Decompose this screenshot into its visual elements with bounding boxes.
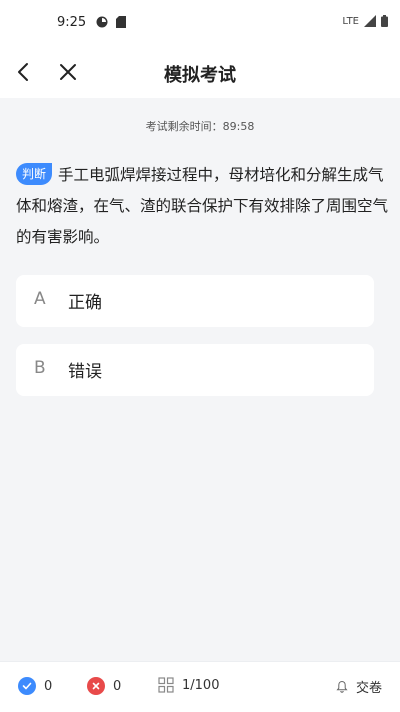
option-b[interactable]: B 错误: [16, 344, 374, 396]
exam-timer: 考试剩余时间：89:58: [145, 120, 255, 133]
option-text: 正确: [68, 293, 102, 313]
submit-button[interactable]: 交卷: [336, 677, 382, 696]
app-notification-icon: [96, 16, 108, 28]
nav-bar: 模拟考试: [0, 46, 400, 98]
option-letter: B: [34, 358, 46, 378]
status-bar: 9:25 LTE: [0, 0, 400, 46]
status-notification-icons: [96, 16, 126, 28]
question-grid-button[interactable]: 1/100: [158, 677, 219, 693]
option-a[interactable]: A 正确: [16, 275, 374, 327]
correct-count: 0: [18, 677, 52, 695]
status-right-icons: LTE: [342, 15, 388, 27]
question-text: 手工电弧焊焊接过程中，母材培化和分解生成气体和熔渣，在气、渣的联合保护下有效排除…: [16, 166, 389, 246]
battery-icon: [381, 15, 388, 27]
question-stem: 判断 手工电弧焊焊接过程中，母材培化和分解生成气体和熔渣，在气、渣的联合保护下有效…: [16, 160, 388, 253]
correct-count-value: 0: [44, 678, 53, 694]
question-type-badge: 判断: [16, 163, 53, 185]
signal-icon: [364, 15, 376, 27]
wrong-count-value: 0: [113, 678, 122, 694]
status-time: 9:25: [57, 15, 87, 30]
sim-card-icon: [116, 16, 126, 28]
answer-bar: 0 0 1/100 交卷: [0, 661, 400, 712]
network-type: LTE: [342, 15, 359, 27]
wrong-count: 0: [87, 677, 121, 695]
bell-icon: [336, 680, 348, 693]
check-circle-icon: [18, 677, 36, 695]
grid-icon: [158, 677, 174, 693]
progress-value: 1/100: [182, 677, 220, 693]
page-title: 模拟考试: [164, 65, 236, 86]
x-circle-icon: [87, 677, 105, 695]
option-text: 错误: [68, 362, 102, 382]
submit-label: 交卷: [355, 681, 382, 696]
option-letter: A: [34, 289, 46, 309]
